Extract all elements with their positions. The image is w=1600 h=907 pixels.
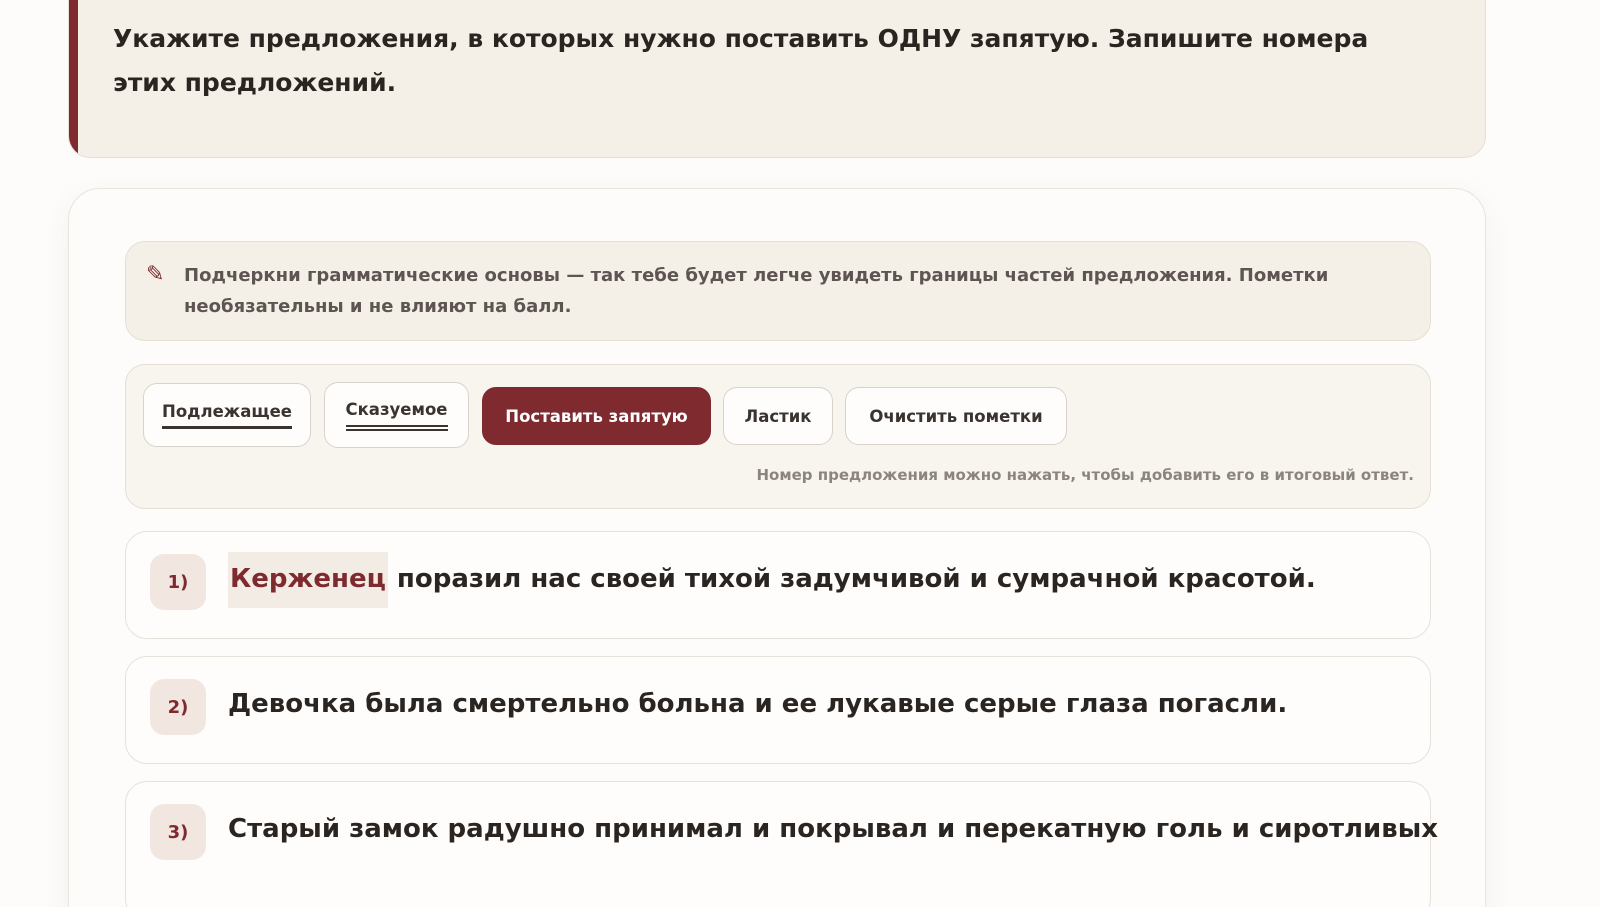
sentence-number-button-3[interactable]: 3) [150, 804, 206, 860]
insert-comma-button[interactable]: Поставить запятую [482, 387, 711, 445]
sentence-card-3: 3) Старый замок радушно принимал и покры… [125, 781, 1438, 907]
clear-marks-button[interactable]: Очистить пометки [845, 387, 1067, 445]
task-instruction: Укажите предложения, в которых нужно пос… [113, 24, 1369, 97]
marked-subject-word[interactable]: Керженец [228, 552, 388, 608]
sentence-number-button-2[interactable]: 2) [150, 679, 206, 735]
toolbar-note: Номер предложения можно нажать, чтобы до… [756, 466, 1414, 484]
eraser-button[interactable]: Ластик [723, 387, 833, 445]
sentence-text-1-rest[interactable]: поразил нас своей тихой задумчивой и сум… [388, 564, 1316, 594]
sentence-card-1: 1) Керженец поразил нас своей тихой заду… [125, 531, 1431, 639]
task-card: Укажите предложения, в которых нужно пос… [68, 0, 1486, 158]
sentence-text-1[interactable]: Керженец поразил нас своей тихой задумчи… [228, 552, 1316, 608]
hint-text: Подчеркни грамматические основы — так те… [184, 265, 1329, 317]
hint-box: ✎ Подчеркни грамматические основы — так … [125, 241, 1431, 341]
markup-toolbar: Подлежащее Сказуемое Поставить запятую Л… [125, 364, 1431, 509]
sentence-text-2[interactable]: Девочка была смертельно больна и ее лука… [228, 689, 1287, 719]
predicate-tool-label: Сказуемое [345, 400, 448, 431]
work-area: ✎ Подчеркни грамматические основы — так … [68, 188, 1486, 907]
sentence-text-3[interactable]: Старый замок радушно принимал и покрывал… [228, 814, 1438, 844]
subject-tool-button[interactable]: Подлежащее [143, 383, 311, 447]
subject-tool-label: Подлежащее [162, 402, 292, 429]
task-accent-bar [69, 0, 78, 157]
sentence-number-button-1[interactable]: 1) [150, 554, 206, 610]
pencil-icon: ✎ [146, 262, 165, 287]
sentence-card-2: 2) Девочка была смертельно больна и ее л… [125, 656, 1431, 764]
predicate-tool-button[interactable]: Сказуемое [324, 382, 469, 448]
